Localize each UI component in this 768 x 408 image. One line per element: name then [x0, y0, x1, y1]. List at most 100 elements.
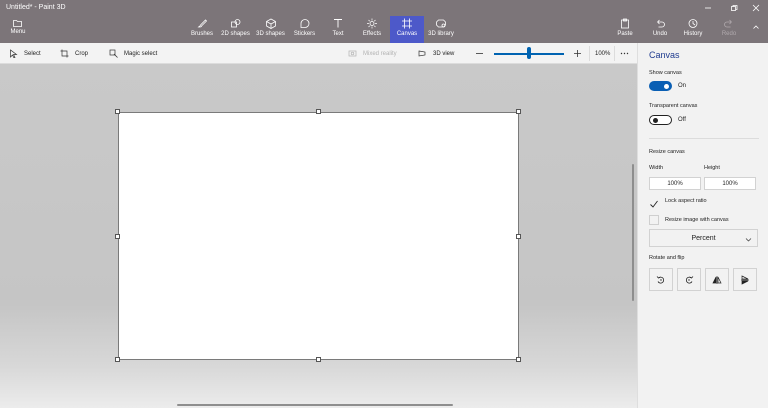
tool-brushes[interactable]: Brushes: [188, 16, 216, 43]
3d-library-icon: [436, 19, 446, 28]
tool-label: 2D shapes: [221, 31, 250, 37]
vertical-scrollbar[interactable]: [632, 164, 634, 301]
show-canvas-label: Show canvas: [649, 70, 682, 76]
panel-divider: [649, 138, 759, 139]
chevron-down-icon: [745, 238, 752, 242]
panel-title: Canvas: [649, 50, 680, 60]
rotate-right-icon: [685, 275, 694, 283]
width-input[interactable]: 100%: [649, 177, 701, 190]
3d-view-button[interactable]: 3D view: [418, 43, 454, 64]
magic-select-button[interactable]: Magic select: [109, 43, 157, 64]
transparent-canvas-state: Off: [678, 117, 686, 123]
show-canvas-toggle[interactable]: [649, 81, 672, 91]
tool-label: 3D library: [428, 31, 454, 37]
mixed-reality-icon: [348, 50, 357, 57]
show-canvas-state: On: [678, 83, 687, 89]
resize-handle-bottom-left[interactable]: [115, 357, 120, 362]
resize-handle-top[interactable]: [316, 109, 321, 114]
menu-button[interactable]: Menu: [0, 16, 36, 43]
3d-view-icon: [418, 50, 426, 57]
tool-label: Text: [332, 31, 344, 37]
collapse-ribbon-button[interactable]: [744, 20, 768, 34]
flip-vertical-icon: [741, 274, 749, 285]
zoom-value: 100%: [595, 50, 611, 57]
height-label: Height: [704, 165, 720, 171]
rotate-left-icon: [656, 275, 665, 283]
tool-stickers[interactable]: Stickers: [290, 16, 319, 43]
tool-text[interactable]: Text: [326, 16, 350, 43]
toggle-knob: [653, 117, 658, 123]
toolbar-divider: [614, 46, 615, 61]
tool-3d-shapes[interactable]: 3D shapes: [254, 16, 287, 43]
minimize-button[interactable]: [696, 0, 720, 16]
zoom-out-button[interactable]: [475, 43, 490, 64]
height-input[interactable]: 100%: [704, 177, 756, 190]
paste-button[interactable]: Paste: [612, 16, 638, 43]
cursor-icon: [10, 49, 18, 58]
effects-icon: [367, 18, 377, 29]
folder-icon: [13, 20, 22, 27]
lock-aspect-label: Lock aspect ratio: [665, 198, 707, 204]
mixed-reality-button[interactable]: Mixed reality: [348, 43, 397, 64]
width-label: Width: [649, 165, 664, 171]
crop-label: Crop: [75, 50, 89, 57]
resize-handle-top-right[interactable]: [516, 109, 521, 114]
tool-label: Paste: [617, 31, 633, 37]
undo-button[interactable]: Undo: [647, 16, 673, 43]
flip-horizontal-button[interactable]: [705, 268, 729, 291]
crop-icon: [60, 49, 69, 58]
tool-canvas[interactable]: Canvas: [390, 16, 424, 43]
lock-aspect-checkbox[interactable]: [649, 196, 659, 208]
toolbar-divider: [589, 46, 590, 61]
rotate-left-button[interactable]: [649, 268, 673, 291]
close-button[interactable]: [744, 0, 768, 16]
transparent-canvas-toggle[interactable]: [649, 115, 672, 125]
magic-select-icon: [109, 49, 118, 58]
history-button[interactable]: History: [680, 16, 706, 43]
tool-label: History: [683, 31, 703, 37]
canvas-panel: Canvas Show canvas On Transparent canvas…: [637, 43, 768, 408]
menu-label: Menu: [10, 29, 26, 35]
plus-icon: [574, 50, 581, 57]
redo-button[interactable]: Redo: [716, 16, 742, 43]
horizontal-scrollbar[interactable]: [177, 404, 453, 406]
workspace[interactable]: [0, 64, 637, 408]
resize-image-checkbox[interactable]: [649, 215, 659, 225]
resize-handle-bottom[interactable]: [316, 357, 321, 362]
rotate-right-button[interactable]: [677, 268, 701, 291]
sticker-icon: [300, 19, 309, 28]
2d-shapes-icon: [230, 19, 240, 28]
flip-horizontal-icon: [712, 275, 722, 284]
tool-label: Effects: [362, 31, 382, 37]
tool-2d-shapes[interactable]: 2D shapes: [219, 16, 252, 43]
tool-label: Canvas: [396, 31, 418, 37]
tool-3d-library[interactable]: 3D library: [425, 16, 457, 43]
history-icon: [688, 19, 698, 28]
maximize-button[interactable]: [722, 0, 746, 16]
tool-effects[interactable]: Effects: [358, 16, 386, 43]
canvas-icon: [402, 18, 412, 29]
window-title: Untitled* - Paint 3D: [6, 4, 66, 11]
select-label: Select: [24, 50, 41, 57]
maximize-icon: [731, 5, 738, 11]
transparent-canvas-label: Transparent canvas: [649, 103, 698, 109]
more-options-button[interactable]: [620, 43, 635, 64]
minus-icon: [476, 53, 483, 54]
flip-vertical-button[interactable]: [733, 268, 757, 291]
undo-icon: [657, 19, 665, 28]
resize-handle-left[interactable]: [115, 234, 120, 239]
select-button[interactable]: Select: [9, 43, 41, 64]
crop-button[interactable]: Crop: [60, 43, 88, 64]
zoom-in-button[interactable]: [573, 43, 588, 64]
resize-handle-bottom-right[interactable]: [516, 357, 521, 362]
tool-label: Undo: [652, 31, 668, 37]
tool-label: 3D shapes: [256, 31, 285, 37]
checkmark-icon: [650, 200, 658, 208]
units-dropdown[interactable]: Percent: [649, 229, 758, 247]
redo-icon: [724, 19, 732, 28]
zoom-slider-thumb[interactable]: [527, 47, 531, 59]
resize-handle-right[interactable]: [516, 234, 521, 239]
cube-icon: [265, 18, 276, 29]
resize-handle-top-left[interactable]: [115, 109, 120, 114]
drawing-canvas[interactable]: [118, 112, 519, 360]
